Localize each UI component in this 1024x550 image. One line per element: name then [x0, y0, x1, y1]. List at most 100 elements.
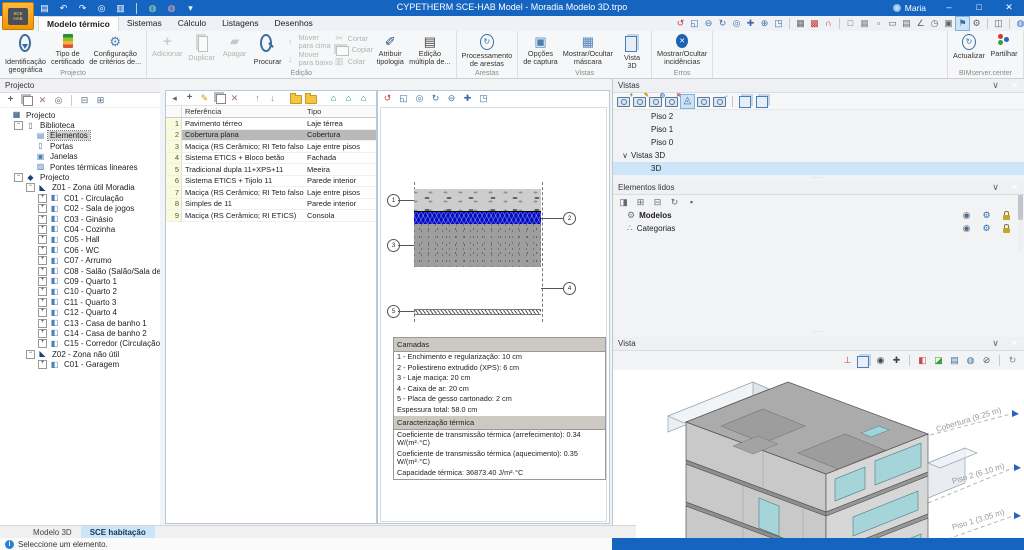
ribbon-button-identifica-o-geogr-fica[interactable]: Identificação geográfica: [3, 32, 48, 74]
delete-button[interactable]: ✕: [228, 92, 241, 105]
config-button[interactable]: ⚙: [982, 222, 995, 235]
edit-button[interactable]: ✎: [198, 92, 211, 105]
ribbon-button-mover-para-cima[interactable]: ↑Mover para cima: [285, 34, 333, 50]
ortho-box-button[interactable]: ▦: [794, 17, 807, 30]
table-row[interactable]: 4Sistema ETICS + Bloco betãoFachada: [166, 153, 376, 165]
scroll-left-button[interactable]: ◂: [168, 92, 181, 105]
floor-filter-button[interactable]: ▤: [948, 354, 961, 367]
facade-type-button[interactable]: ⌂: [372, 92, 376, 105]
tree-item-janelas[interactable]: ▣Janelas: [0, 152, 160, 162]
dock-panel-button[interactable]: ◨: [617, 196, 630, 209]
search-small-button[interactable]: ◎: [52, 94, 65, 107]
photo-apply-button[interactable]: →: [713, 95, 726, 108]
delete-button[interactable]: ✕: [36, 94, 49, 107]
tree-item-portas[interactable]: ▯Portas: [0, 141, 160, 151]
table-row[interactable]: 8Simples de 11Parede interior: [166, 199, 376, 211]
move-button[interactable]: ⊕: [758, 17, 771, 30]
zoom-button[interactable]: ◎: [730, 17, 743, 30]
zoom-previous-button[interactable]: ↺: [674, 17, 687, 30]
tree-item-c05-hall[interactable]: +◧C05 - Hall: [0, 235, 160, 245]
add-button[interactable]: +: [4, 94, 17, 107]
view-item-piso-1[interactable]: Piso 1: [613, 123, 1024, 136]
ribbon-button-op-es-de-captura[interactable]: ▣Opções de captura: [521, 32, 559, 66]
tab-sistemas[interactable]: Sistemas: [119, 16, 170, 31]
lock-button[interactable]: [1002, 222, 1015, 235]
ground-slab-type-button[interactable]: ⌂: [327, 92, 340, 105]
clock-button[interactable]: ◷: [928, 17, 941, 30]
web-button[interactable]: ◍: [1014, 17, 1024, 30]
collapse-tree-button[interactable]: ⊟: [651, 196, 664, 209]
flag-button[interactable]: ⚑: [956, 17, 969, 30]
ribbon-button-cortar[interactable]: ✂Cortar: [334, 34, 374, 43]
point-snap-button[interactable]: ▫: [872, 17, 885, 30]
collapse-chevron-button[interactable]: ∨: [989, 337, 1002, 350]
ribbon-button-atribuir-tipologia[interactable]: ✐Atribuir tipologia: [374, 32, 406, 66]
photo-view-button[interactable]: [697, 95, 710, 108]
table-row[interactable]: 2Cobertura planaCobertura: [166, 130, 376, 142]
work-plane-button[interactable]: ◪: [932, 354, 945, 367]
tree-item-c01-garagem[interactable]: +◧C01 - Garagem: [0, 359, 160, 369]
search-view-button[interactable]: ◎: [649, 95, 662, 108]
expand-expander[interactable]: +: [38, 298, 47, 307]
undo-button[interactable]: ↶: [57, 2, 70, 15]
collapse-expander[interactable]: −: [26, 350, 35, 359]
table-row[interactable]: 9Maciça (RS Cerâmico; RI ETICS)Consola: [166, 210, 376, 222]
expand-expander[interactable]: +: [38, 225, 47, 234]
fullscreen-button[interactable]: ◳: [772, 17, 785, 30]
view-item-piso-2[interactable]: Piso 2: [613, 110, 1024, 123]
zoom-previous-button[interactable]: ↺: [381, 92, 394, 105]
capture-box-button[interactable]: ▣: [942, 17, 955, 30]
tree-item-c10-quarto-2[interactable]: +◧C10 - Quarto 2: [0, 287, 160, 297]
export-folder-button[interactable]: [304, 92, 317, 105]
ribbon-button-configura-o-de-crit-rios-de[interactable]: ⚙Configuração de critérios de...: [87, 32, 143, 66]
tab-listagens[interactable]: Listagens: [214, 16, 266, 31]
snap-grid-button[interactable]: ▩: [808, 17, 821, 30]
layers-button[interactable]: ▤: [900, 17, 913, 30]
ribbon-button-tipo-de-certificado[interactable]: Tipo de certificado: [49, 32, 86, 66]
column-tipo[interactable]: Tipo: [304, 106, 376, 117]
collapse-all-button[interactable]: ⊞: [94, 94, 107, 107]
ribbon-button-mostrar-ocultar-m-scara[interactable]: ▦Mostrar/Ocultar máscara: [561, 32, 615, 66]
duplicate-button[interactable]: [213, 92, 226, 105]
tree-item-c03-gin-sio[interactable]: +◧C03 - Ginásio: [0, 214, 160, 224]
expand-expander[interactable]: +: [38, 215, 47, 224]
tree-item-c04-cozinha[interactable]: +◧C04 - Cozinha: [0, 224, 160, 234]
ribbon-button-mostrar-ocultar-incid-ncias[interactable]: ✕Mostrar/Ocultar incidências: [655, 32, 709, 66]
tree-item-c07-arrumo[interactable]: +◧C07 - Arrumo: [0, 255, 160, 265]
ribbon-button-edi-o-m-ltipla-de[interactable]: ▤Edição múltipla de...: [407, 32, 452, 66]
projection-button[interactable]: ◬: [681, 95, 694, 108]
column-referencia[interactable]: Referência: [182, 106, 304, 117]
lidos-item-modelos[interactable]: ⚙Modelos◉⚙: [613, 209, 1024, 222]
expand-expander[interactable]: +: [38, 329, 47, 338]
box-3d-button[interactable]: [739, 95, 753, 108]
eye-button[interactable]: ◉: [962, 222, 975, 235]
ribbon-button-colar[interactable]: ▥Colar: [334, 57, 374, 66]
tree-item-c14-casa-de-banho-2[interactable]: +◧C14 - Casa de banho 2: [0, 328, 160, 338]
building-3d-view[interactable]: Z X Y Cobertura (9.25 m) Piso 2 (6.10 m)…: [613, 370, 1024, 550]
angle-button[interactable]: ∠: [914, 17, 927, 30]
table-row[interactable]: 6Sistema ETICS + Tijolo 11Parede interio…: [166, 176, 376, 188]
expand-expander[interactable]: +: [38, 339, 47, 348]
close-button[interactable]: ✕: [994, 0, 1024, 15]
layout-window-button[interactable]: ◫: [992, 17, 1005, 30]
expand-expander[interactable]: +: [38, 204, 47, 213]
pan-button[interactable]: ✚: [461, 92, 474, 105]
hide-elements-button[interactable]: ⊘: [980, 354, 993, 367]
zoom-out-button[interactable]: ⊖: [445, 92, 458, 105]
ribbon-button-mover-para-baixo[interactable]: ↓Mover para baixo: [285, 51, 333, 67]
tree-item-c01-circula-o[interactable]: +◧C01 - Circulação: [0, 193, 160, 203]
chevron-down-icon[interactable]: ∨: [621, 151, 629, 160]
collapse-chevron-button[interactable]: ∨: [989, 79, 1002, 92]
ribbon-button-processamento-de-arestas[interactable]: ↻Processamento de arestas: [460, 32, 515, 68]
redraw-button[interactable]: ↻: [429, 92, 442, 105]
bim-flag-button[interactable]: ◍: [165, 2, 178, 15]
tree-item-projecto[interactable]: −◆Projecto: [0, 172, 160, 182]
tree-item-z02-zona-n-o-til[interactable]: −◣Z02 - Zona não útil: [0, 349, 160, 359]
expand-expander[interactable]: +: [38, 308, 47, 317]
tree-item-biblioteca[interactable]: −▯Biblioteca: [0, 120, 160, 130]
list-options-button[interactable]: ▪: [685, 196, 698, 209]
view-item-3d[interactable]: 3D: [613, 162, 1024, 175]
close-button[interactable]: ✕: [1008, 337, 1021, 350]
expand-expander[interactable]: +: [38, 277, 47, 286]
roof-type-button[interactable]: ⌂: [342, 92, 355, 105]
